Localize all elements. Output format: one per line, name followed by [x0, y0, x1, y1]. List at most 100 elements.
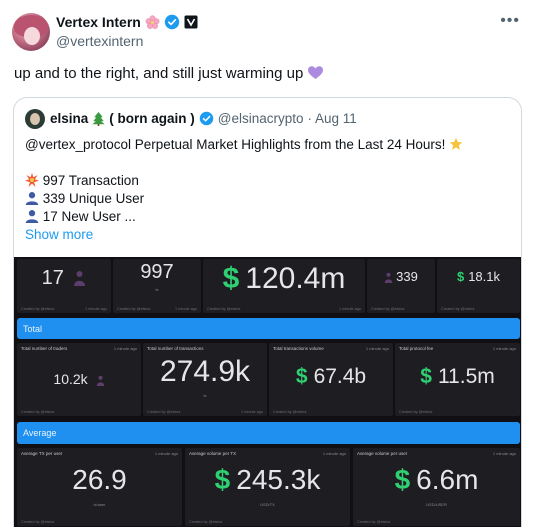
card-status: 1 minute ago [492, 346, 516, 351]
quote-line-3: 339 Unique User [42, 191, 145, 206]
collision-icon [25, 173, 39, 187]
purple-heart-icon [307, 66, 323, 79]
quote-author-avatar[interactable] [25, 109, 45, 129]
average-label: Average [23, 428, 57, 438]
card-total-transactions: Total number of transactions 274.9k tx C… [143, 343, 267, 416]
card-status: 1 minute ago [154, 451, 178, 456]
card-avg-volume-per-user: Average volume per user 1 minute ago $6.… [353, 448, 520, 526]
dollar-icon: $ [295, 365, 308, 388]
avg-volume-per-tx-unit: USD/TX [260, 502, 275, 507]
card-footer: Created by @elsina [117, 307, 151, 311]
card-total-fee: Total protocol fee 1 minute ago $11.5m C… [395, 343, 520, 416]
card-total-volume: Total transactions volume 1 minute ago $… [269, 343, 393, 416]
card-status: 1 minute ago [175, 307, 197, 311]
card-footer: Created by @elsina [189, 520, 223, 524]
author-line: Vertex Intern [56, 14, 198, 30]
average-banner: Average [17, 422, 520, 444]
card-title: Total number of transactions [147, 346, 204, 351]
dollar-icon: $ [214, 464, 231, 495]
total-transactions-value: 274.9k [159, 355, 251, 388]
card-status: 1 minute ago [492, 451, 516, 456]
dollar-icon: $ [394, 464, 411, 495]
card-footer: Created by @elsina [21, 520, 55, 524]
sakura-icon [145, 14, 160, 29]
verified-badge-icon[interactable] [164, 14, 180, 30]
card-status: 1 minute ago [322, 451, 346, 456]
quote-line-4: 17 New User ... [42, 209, 136, 224]
total-traders-value: 10.2k [53, 371, 88, 387]
card-unique-users: 339 Created by @elsina [367, 259, 435, 313]
total-transactions-unit: tx [203, 393, 207, 398]
quote-date[interactable]: · Aug 11 [308, 111, 357, 126]
card-title: Total number of traders [21, 346, 68, 351]
transactions-value: 997 [140, 261, 174, 283]
total-volume-value: 67.4b [313, 365, 367, 388]
card-footer: Created by @elsina [21, 410, 55, 414]
star-icon [449, 137, 463, 150]
show-more-link[interactable]: Show more [25, 226, 463, 244]
card-status: 1 minute ago [113, 346, 137, 351]
avg-tx-per-user-unit: tx/user [93, 502, 106, 507]
card-footer: Created by @elsina [21, 307, 55, 311]
card-new-users: 17 Created by @elsina 1 minute ago [17, 259, 111, 313]
author-name[interactable]: Vertex Intern [56, 14, 141, 30]
total-fee-value: 11.5m [437, 365, 495, 388]
card-title: Average TX per user [21, 451, 63, 456]
avg-tx-per-user-value: 26.9 [72, 464, 127, 495]
dollar-icon: $ [456, 269, 465, 284]
verified-badge-icon[interactable] [199, 111, 214, 126]
card-avg-tx-per-user: Average TX per user 1 minute ago 26.9 tx… [17, 448, 182, 526]
total-banner: Total [17, 318, 520, 339]
card-transactions: 997 tx Created by @elsina 1 minute ago [113, 259, 201, 313]
dollar-icon: $ [420, 365, 432, 388]
card-status: 1 minute ago [365, 346, 389, 351]
avg-volume-per-user-unit: USD/USER [426, 502, 447, 507]
author-avatar[interactable] [12, 13, 50, 51]
transactions-unit: tx [155, 287, 159, 292]
quote-line-1: @vertex_protocol Perpetual Market Highli… [25, 137, 446, 152]
dashboard-image[interactable]: 17 Created by @elsina 1 minute ago 997 t… [14, 257, 521, 527]
volume-value: 120.4m [245, 262, 346, 295]
quoted-tweet[interactable]: elsina ( born again ) @elsinacrypto · Au… [13, 97, 522, 527]
tweet-text: up and to the right, and still just warm… [14, 65, 323, 82]
quote-body: @vertex_protocol Perpetual Market Highli… [25, 136, 463, 244]
tweet-text-content: up and to the right, and still just warm… [14, 65, 304, 82]
card-status: 1 minute ago [85, 307, 107, 311]
card-footer: Created by @elsina [399, 410, 433, 414]
quote-author-handle[interactable]: @elsinacrypto [218, 111, 304, 126]
tree-icon [92, 111, 105, 126]
avg-volume-per-tx-value: 245.3k [236, 464, 321, 495]
card-footer: Created by @elsina [207, 307, 241, 311]
quote-line-2: 997 Transaction [42, 173, 139, 188]
more-icon[interactable]: ••• [500, 12, 520, 30]
card-total-traders: Total number of traders 1 minute ago 10.… [17, 343, 141, 416]
card-footer: Created by @elsina [273, 410, 307, 414]
new-users-value: 17 [41, 267, 64, 289]
card-volume: $120.4m Created by @elsina 1 minute ago [203, 259, 365, 313]
card-status: 1 minute ago [339, 307, 361, 311]
card-fees: $18.1k Created by @elsina [437, 259, 520, 313]
total-label: Total [23, 323, 43, 334]
card-footer: Created by @elsina [371, 307, 405, 311]
unique-users-value: 339 [396, 269, 418, 284]
person-figure-icon [384, 272, 393, 283]
quote-header: elsina ( born again ) @elsinacrypto · Au… [50, 111, 357, 126]
card-status: 1 minute ago [241, 410, 263, 414]
dollar-icon: $ [222, 262, 240, 295]
author-handle[interactable]: @vertexintern [56, 33, 143, 49]
person-figure-icon [74, 271, 86, 286]
card-title: Total protocol fee [399, 346, 434, 351]
fees-value: 18.1k [468, 269, 501, 284]
card-avg-volume-per-tx: Average volume per TX 1 minute ago $245.… [185, 448, 350, 526]
avg-volume-per-user-value: 6.6m [416, 464, 479, 495]
user-icon [25, 210, 39, 223]
card-footer: Created by @elsina [441, 307, 475, 311]
card-title: Average volume per user [357, 451, 408, 456]
quote-author-name[interactable]: elsina [50, 111, 88, 126]
quote-author-suffix: ( born again ) [109, 111, 195, 126]
user-icon [25, 192, 39, 205]
affiliate-badge-icon[interactable] [184, 15, 198, 29]
card-title: Total transactions volume [273, 346, 324, 351]
person-figure-icon [96, 375, 104, 386]
card-footer: Created by @elsina [147, 410, 181, 414]
